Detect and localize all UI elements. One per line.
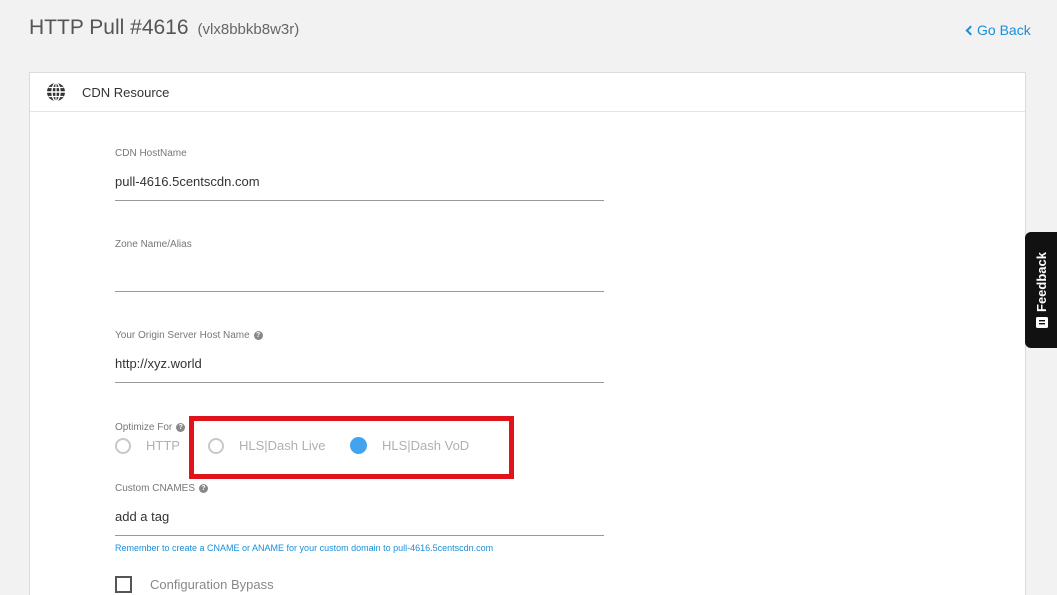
optimize-for-label: Optimize For	[115, 422, 173, 433]
zone-name-field[interactable]: Zone Name/Alias	[115, 239, 604, 292]
go-back-label: Go Back	[977, 22, 1031, 38]
cname-hint-text: Remember to create a CNAME or ANAME for …	[115, 543, 494, 553]
feedback-tab[interactable]: Feedback	[1025, 232, 1057, 348]
go-back-link[interactable]: Go Back	[965, 22, 1031, 38]
cdn-resource-card: CDN Resource CDN HostName pull-4616.5cen…	[29, 72, 1026, 595]
custom-cnames-input[interactable]: add a tag	[115, 507, 604, 527]
configuration-bypass-checkbox[interactable]	[115, 576, 132, 593]
feedback-label: Feedback	[1034, 251, 1049, 312]
cdn-hostname-label: CDN HostName	[115, 148, 187, 159]
highlight-annotation-box	[189, 416, 514, 479]
cdn-hostname-underline	[115, 200, 604, 201]
origin-host-underline	[115, 382, 604, 383]
zone-name-input[interactable]	[115, 263, 604, 283]
origin-host-label-row: Your Origin Server Host Name ?	[115, 330, 604, 341]
origin-host-label: Your Origin Server Host Name	[115, 330, 250, 341]
custom-cnames-underline	[115, 535, 604, 536]
card-header: CDN Resource	[30, 73, 1025, 112]
page-header: HTTP Pull #4616 (vlx8bbkb8w3r)	[29, 16, 299, 40]
cdn-hostname-field[interactable]: CDN HostName pull-4616.5centscdn.com	[115, 148, 604, 201]
card-title: CDN Resource	[82, 84, 170, 100]
globe-icon	[47, 82, 65, 102]
custom-cnames-label: Custom CNAMES	[115, 483, 196, 494]
page-subtitle: (vlx8bbkb8w3r)	[197, 21, 300, 38]
page-title: HTTP Pull #4616	[29, 16, 189, 39]
configuration-bypass-label: Configuration Bypass	[150, 577, 274, 592]
feedback-icon	[1035, 317, 1048, 329]
help-icon[interactable]: ?	[176, 423, 186, 432]
radio-button[interactable]	[115, 437, 131, 454]
origin-host-field[interactable]: Your Origin Server Host Name ? http://xy…	[115, 330, 604, 383]
custom-cnames-field[interactable]: Custom CNAMES ? add a tag	[115, 483, 604, 536]
radio-label: HTTP	[146, 438, 180, 453]
zone-name-underline	[115, 291, 604, 292]
zone-name-label: Zone Name/Alias	[115, 239, 192, 250]
help-icon[interactable]: ?	[253, 331, 263, 340]
origin-host-input[interactable]: http://xyz.world	[115, 354, 604, 374]
cdn-hostname-input[interactable]: pull-4616.5centscdn.com	[115, 172, 604, 192]
custom-cnames-label-row: Custom CNAMES ?	[115, 483, 604, 494]
help-icon[interactable]: ?	[199, 484, 209, 493]
configuration-bypass-row[interactable]: Configuration Bypass	[115, 576, 274, 593]
chevron-left-icon	[965, 25, 976, 36]
